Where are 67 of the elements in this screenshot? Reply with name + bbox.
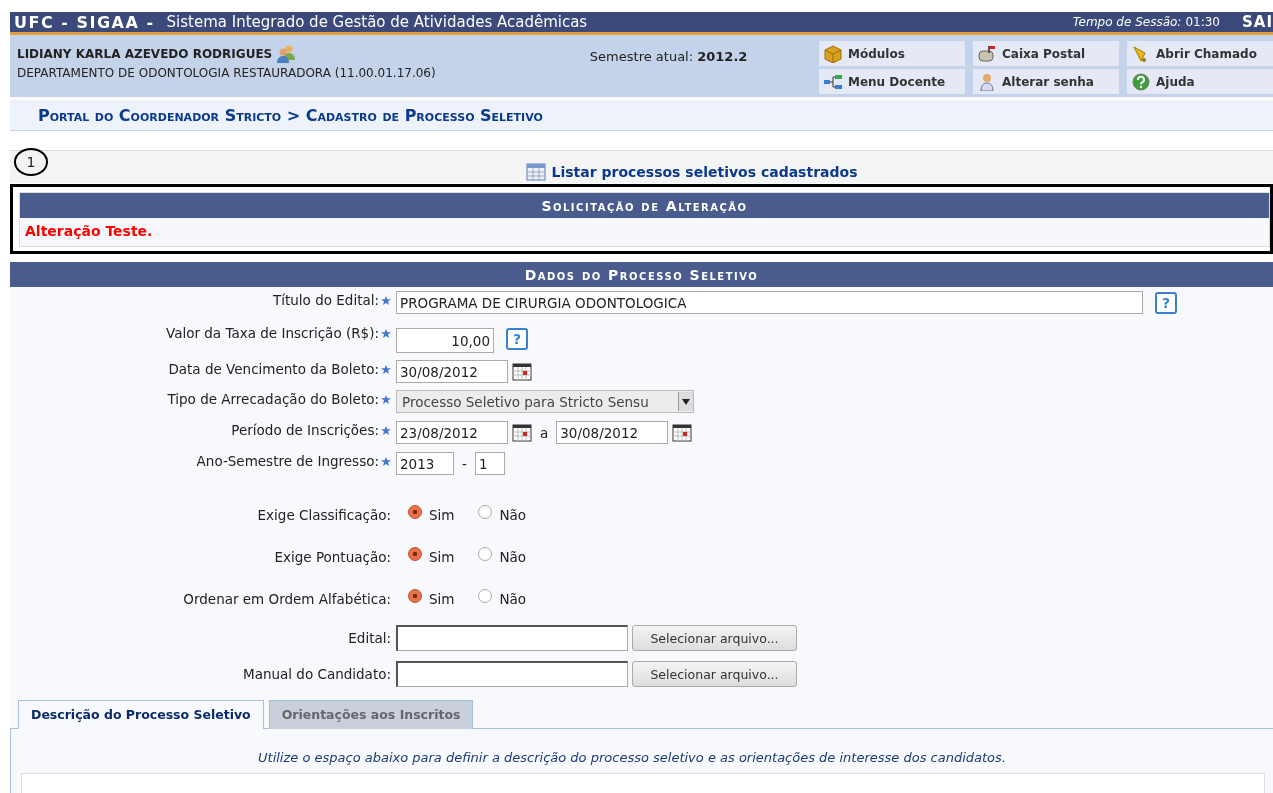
radio-option[interactable]: Sim — [408, 549, 455, 565]
breadcrumb: Portal do Coordenador Stricto > Cadastro de Processo Seletivo — [38, 105, 543, 125]
field-label: Valor da Taxa de Inscrição (R$): — [165, 325, 379, 341]
file-field[interactable] — [396, 625, 628, 651]
semester-value: 2012.2 — [697, 49, 748, 64]
date-field[interactable]: 30/08/2012 — [556, 421, 669, 444]
caret-icon — [682, 398, 690, 405]
radio-option[interactable]: Sim — [408, 507, 455, 523]
field-label: Exige Classificação: — [257, 507, 391, 523]
field-label: Edital: — [348, 630, 391, 646]
calendar-icon[interactable] — [672, 423, 693, 442]
range-separator: a — [540, 424, 549, 441]
shortcut-link[interactable]: Caixa Postal — [973, 41, 1119, 66]
brand-title: UFC - SIGAA - — [14, 12, 155, 32]
tab[interactable]: Descrição do Processo Seletivo — [18, 700, 264, 729]
section-title: Solicitação de Alteração — [541, 197, 748, 214]
field-label: Ordenar em Ordem Alfabética: — [183, 591, 391, 607]
text-field[interactable]: 10,00 — [396, 328, 494, 353]
select-file-button[interactable]: Selecionar arquivo... — [632, 661, 797, 687]
session-label: Tempo de Sessão: — [1072, 15, 1182, 29]
logout-link[interactable]: SAI — [1242, 13, 1273, 31]
radio-option[interactable]: Sim — [408, 591, 455, 607]
mailbox-icon — [977, 44, 997, 63]
field-label: Manual do Candidato: — [243, 666, 391, 682]
field-label: Título do Edital: — [273, 292, 379, 308]
calendar-icon[interactable] — [512, 362, 532, 381]
tab-hint: Utilize o espaço abaixo para definir a descrição do processo seletivo e as orientações de interesse dos candidatos. — [257, 750, 1007, 765]
semester-field[interactable]: 1 — [474, 452, 505, 475]
field-label: Período de Inscrições: — [231, 422, 379, 438]
department-name: DEPARTAMENTO DE ODONTOLOGIA RESTAURADORA (11.00.01.17.06) — [17, 66, 437, 80]
shortcut-link[interactable]: Abrir Chamado — [1127, 41, 1273, 66]
select-file-button[interactable]: Selecionar arquivo... — [632, 625, 797, 651]
section-title: Dados do Processo Seletivo — [524, 266, 759, 283]
help-icon — [1131, 72, 1151, 91]
date-field[interactable]: 30/08/2012 — [396, 360, 508, 383]
person-icon — [977, 72, 997, 91]
radio-option[interactable]: Não — [478, 591, 527, 607]
shortcut-link[interactable]: Módulos — [819, 41, 965, 66]
date-field[interactable]: 23/08/2012 — [396, 421, 508, 444]
field-label: Exige Pontuação: — [274, 549, 391, 565]
dropdown[interactable]: Processo Seletivo para Stricto Sensu — [396, 390, 694, 413]
year-separator: - — [462, 455, 467, 472]
field-label: Data de Vencimento da Boleto: — [168, 361, 379, 377]
semester-label: Semestre atual: — [589, 49, 694, 64]
radio-option[interactable]: Não — [478, 507, 527, 523]
session-time: 01:30 — [1185, 15, 1220, 29]
user-name: LIDIANY KARLA AZEVEDO RODRIGUES — [17, 47, 273, 61]
list-link[interactable]: Listar processos seletivos cadastrados — [525, 163, 858, 181]
users-icon[interactable] — [276, 45, 297, 63]
help-button[interactable]: ? — [506, 327, 528, 350]
box-icon — [823, 44, 843, 63]
shortcut-link[interactable]: Ajuda — [1127, 69, 1273, 94]
field-label: Ano-Semestre de Ingresso: — [196, 453, 379, 469]
text-field[interactable]: PROGRAMA DE CIRURGIA ODONTOLOGICA — [396, 291, 1143, 314]
system-name: Sistema Integrado de Gestão de Atividades Acadêmicas — [166, 13, 588, 31]
field-label: Tipo de Arrecadação do Boleto: — [167, 391, 379, 407]
file-field[interactable] — [396, 661, 628, 687]
help-button[interactable]: ? — [1155, 291, 1177, 314]
year-field[interactable]: 2013 — [396, 452, 454, 475]
shortcut-link[interactable]: Menu Docente — [819, 69, 965, 94]
radio-option[interactable]: Não — [478, 549, 527, 565]
annotation-marker: 1 — [14, 148, 48, 176]
tab[interactable]: Orientações aos Inscritos — [268, 700, 474, 729]
calendar-icon[interactable] — [512, 423, 532, 442]
sitemap-icon — [823, 72, 843, 91]
change-message: Alteração Teste. — [24, 222, 154, 241]
shortcut-link[interactable]: Alterar senha — [973, 69, 1119, 94]
